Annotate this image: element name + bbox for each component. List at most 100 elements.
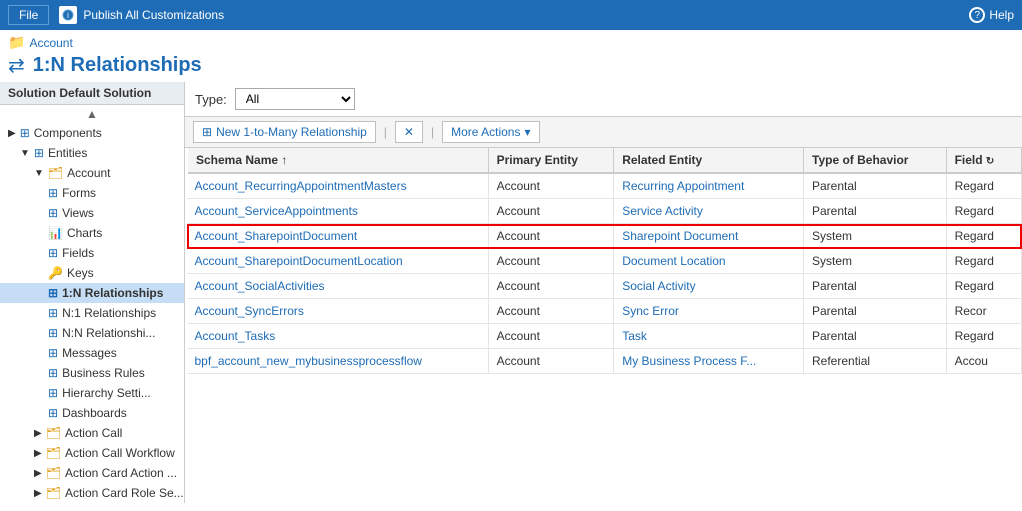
breadcrumb: 📁 Account [8,34,1014,51]
cell-related-entity[interactable]: Task [614,324,804,349]
cell-related-entity[interactable]: Sharepoint Document [614,224,804,249]
sidebar-item-action-card-action[interactable]: ▶ 🗂 Action Card Action ... [0,463,184,483]
cell-related-entity[interactable]: Service Activity [614,199,804,224]
new-relationship-button[interactable]: ⊞ New 1-to-Many Relationship [193,121,376,143]
sidebar-item-nn-relationships[interactable]: ⊞ N:N Relationshi... [0,323,184,343]
sidebar-title: Solution Default Solution [0,82,184,105]
more-actions-label: More Actions [451,125,520,139]
cell-field: Regard [946,173,1021,199]
cell-related-entity[interactable]: My Business Process F... [614,349,804,374]
folder-icon: 📁 [8,34,25,51]
sidebar-item-views[interactable]: ⊞ Views [0,203,184,223]
sidebar-item-entities[interactable]: ▼ ⊞ Entities [0,143,184,163]
acr-icon: 🗂 [46,486,61,500]
page-title: 1:N Relationships [33,54,202,77]
col-related-entity[interactable]: Related Entity [614,148,804,173]
cell-schema-name[interactable]: Account_ServiceAppointments [187,199,489,224]
publish-label[interactable]: Publish All Customizations [83,8,224,22]
sidebar-item-action-call[interactable]: ▶ 🗂 Action Call [0,423,184,443]
sidebar-item-hierarchy[interactable]: ⊞ Hierarchy Setti... [0,383,184,403]
sidebar-label-components: Components [34,126,102,140]
table-row[interactable]: Account_SharepointDocument Account Share… [187,224,1022,249]
cell-schema-name[interactable]: bpf_account_new_mybusinessprocessflow [187,349,489,374]
table-row[interactable]: Account_SharepointDocumentLocation Accou… [187,249,1022,274]
cell-related-entity[interactable]: Social Activity [614,274,804,299]
sidebar-label-aca: Action Card Action ... [65,466,177,480]
sidebar-item-charts[interactable]: 📊 Charts [0,223,184,243]
sidebar-item-action-call-workflow[interactable]: ▶ 🗂 Action Call Workflow [0,443,184,463]
help-icon: ? [969,7,985,23]
table-row[interactable]: Account_SocialActivities Account Social … [187,274,1022,299]
expand-icon-entities: ▼ [20,148,30,159]
new-icon: ⊞ [202,125,212,139]
fields-icon: ⊞ [48,246,58,260]
expand-icon-acw: ▶ [34,448,42,459]
more-actions-arrow: ▾ [524,125,530,139]
sidebar-label-forms: Forms [62,186,96,200]
expand-icon-account: ▼ [34,168,44,179]
publish-area: i Publish All Customizations [59,6,969,24]
components-icon: ⊞ [20,126,30,140]
sidebar-item-business-rules[interactable]: ⊞ Business Rules [0,363,184,383]
cell-schema-name[interactable]: Account_SharepointDocumentLocation [187,249,489,274]
table-row[interactable]: bpf_account_new_mybusinessprocessflow Ac… [187,349,1022,374]
breadcrumb-account-label[interactable]: Account [29,36,72,50]
1n-icon: ⊞ [48,286,58,300]
file-button[interactable]: File [8,5,49,25]
expand-icon: ▶ [8,128,16,139]
refresh-icon[interactable]: ↻ [986,156,994,167]
col-schema-name[interactable]: Schema Name ↑ [187,148,489,173]
cell-schema-name[interactable]: Account_RecurringAppointmentMasters [187,173,489,199]
page-title-area: ⇄ 1:N Relationships [0,51,1022,82]
sidebar-item-action-card-role[interactable]: ▶ 🗂 Action Card Role Se... [0,483,184,503]
sidebar-label-hierarchy: Hierarchy Setti... [62,386,151,400]
sidebar-label-views: Views [62,206,94,220]
table-container: Schema Name ↑ Primary Entity Related Ent… [185,148,1022,503]
cell-schema-name[interactable]: Account_Tasks [187,324,489,349]
type-filter-label: Type: [195,92,227,107]
relationships-icon: ⇄ [8,53,25,78]
new-btn-label: New 1-to-Many Relationship [216,125,367,139]
sidebar-label-n1: N:1 Relationships [62,306,156,320]
table-row[interactable]: Account_SyncErrors Account Sync Error Pa… [187,299,1022,324]
cell-type-behavior: Parental [804,324,947,349]
cell-schema-name[interactable]: Account_SharepointDocument [187,224,489,249]
sidebar-item-dashboards[interactable]: ⊞ Dashboards [0,403,184,423]
table-row[interactable]: Account_RecurringAppointmentMasters Acco… [187,173,1022,199]
sidebar-item-account[interactable]: ▼ 🗂 Account [0,163,184,183]
more-actions-button[interactable]: More Actions ▾ [442,121,539,143]
sidebar-label-action-call: Action Call [65,426,122,440]
sidebar-item-fields[interactable]: ⊞ Fields [0,243,184,263]
col-field[interactable]: Field ↻ [946,148,1021,173]
type-filter-select[interactable]: All Custom Standard [235,88,355,110]
main-container: Solution Default Solution ▲ ▶ ⊞ Componen… [0,82,1022,503]
cell-type-behavior: Parental [804,299,947,324]
col-type-behavior[interactable]: Type of Behavior [804,148,947,173]
sidebar-item-components[interactable]: ▶ ⊞ Components [0,123,184,143]
sidebar-item-forms[interactable]: ⊞ Forms [0,183,184,203]
help-label: Help [989,8,1014,22]
cell-related-entity[interactable]: Document Location [614,249,804,274]
sidebar-item-keys[interactable]: 🔑 Keys [0,263,184,283]
col-primary-entity[interactable]: Primary Entity [488,148,614,173]
sidebar-label-dashboards: Dashboards [62,406,127,420]
cell-primary-entity: Account [488,299,614,324]
table-row[interactable]: Account_ServiceAppointments Account Serv… [187,199,1022,224]
sidebar-scroll-up[interactable]: ▲ [0,105,184,123]
table-row[interactable]: Account_Tasks Account Task Parental Rega… [187,324,1022,349]
sidebar-item-1n-relationships[interactable]: ⊞ 1:N Relationships [0,283,184,303]
sidebar-label-fields: Fields [62,246,94,260]
delete-button[interactable]: ✕ [395,121,423,143]
help-area[interactable]: ? Help [969,7,1014,23]
cell-schema-name[interactable]: Account_SyncErrors [187,299,489,324]
sidebar-item-n1-relationships[interactable]: ⊞ N:1 Relationships [0,303,184,323]
sidebar-item-messages[interactable]: ⊞ Messages [0,343,184,363]
cell-primary-entity: Account [488,274,614,299]
cell-related-entity[interactable]: Sync Error [614,299,804,324]
cell-schema-name[interactable]: Account_SocialActivities [187,274,489,299]
cell-related-entity[interactable]: Recurring Appointment [614,173,804,199]
cell-type-behavior: Parental [804,199,947,224]
cell-type-behavior: System [804,249,947,274]
right-content: Type: All Custom Standard ⊞ New 1-to-Man… [185,82,1022,503]
expand-icon-aca: ▶ [34,468,42,479]
